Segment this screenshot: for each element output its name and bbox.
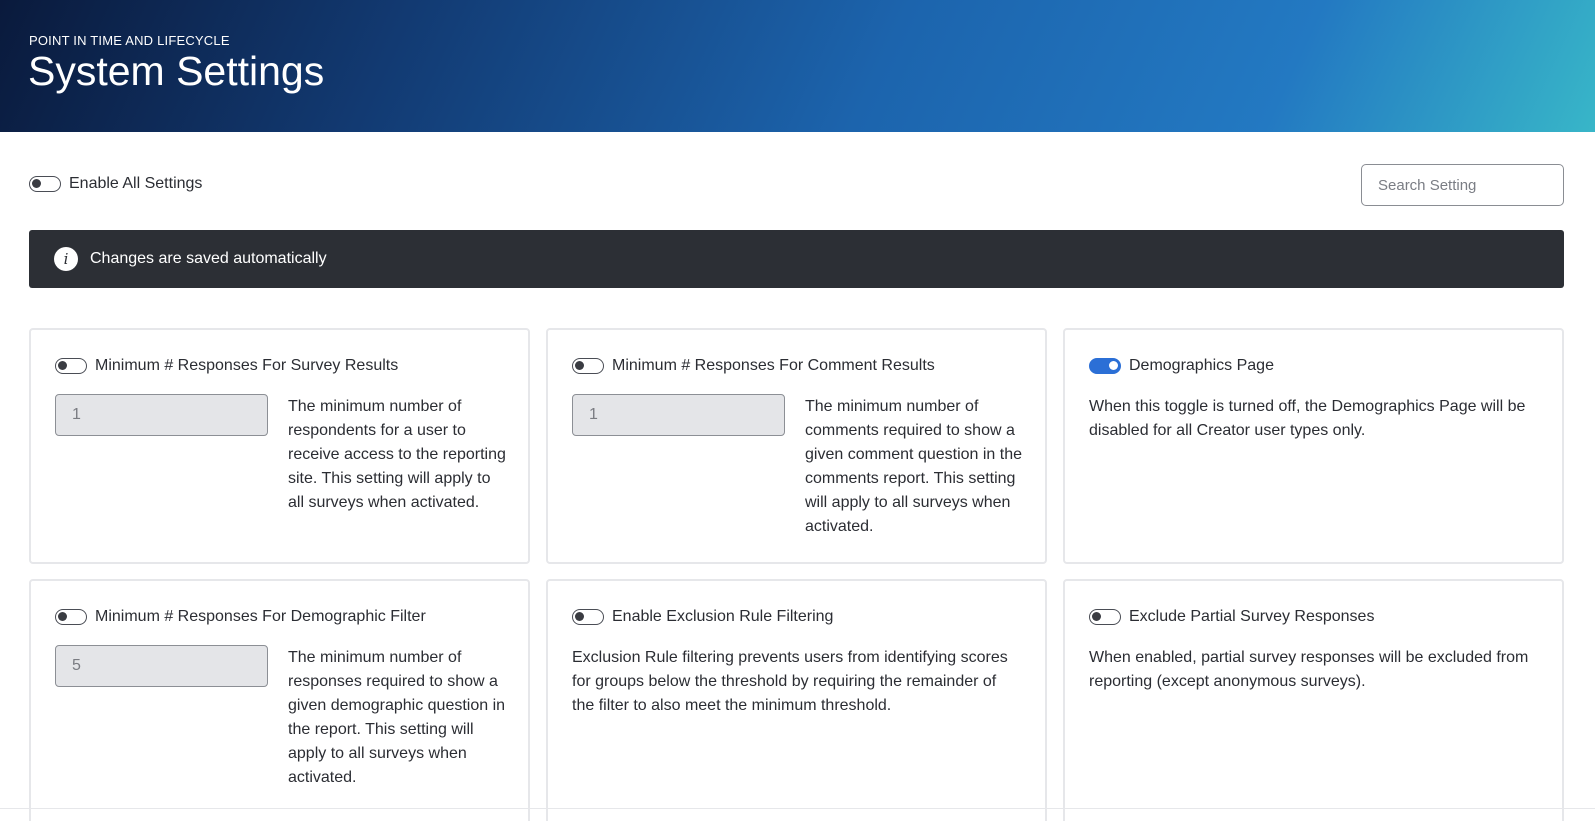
setting-description: Exclusion Rule filtering prevents users … — [572, 649, 1008, 714]
setting-toggle[interactable] — [55, 358, 87, 374]
page-subtitle: POINT IN TIME AND LIFECYCLE — [29, 33, 230, 48]
threshold-input[interactable] — [572, 394, 785, 436]
bottom-divider — [0, 808, 1595, 809]
toggle-knob — [32, 179, 41, 188]
setting-toggle[interactable] — [572, 609, 604, 625]
toggle-knob — [1092, 612, 1101, 621]
setting-card-demographic-filter: Minimum # Responses For Demographic Filt… — [29, 579, 530, 821]
setting-description: When enabled, partial survey responses w… — [1089, 649, 1529, 690]
page-header: POINT IN TIME AND LIFECYCLE System Setti… — [0, 0, 1595, 132]
setting-description: The minimum number of respondents for a … — [288, 398, 506, 511]
setting-card-exclusion-rule: Enable Exclusion Rule Filtering Exclusio… — [546, 579, 1047, 821]
toggle-knob — [1109, 361, 1118, 370]
enable-all-toggle[interactable] — [29, 176, 61, 192]
setting-description: When this toggle is turned off, the Demo… — [1089, 398, 1526, 439]
setting-title: Enable Exclusion Rule Filtering — [612, 608, 834, 625]
setting-title: Minimum # Responses For Survey Results — [95, 357, 399, 374]
setting-description: The minimum number of responses required… — [288, 649, 506, 786]
autosave-banner: i Changes are saved automatically — [29, 230, 1564, 288]
setting-card-partial-responses: Exclude Partial Survey Responses When en… — [1063, 579, 1564, 821]
setting-card-survey-results: Minimum # Responses For Survey Results T… — [29, 328, 530, 564]
setting-toggle[interactable] — [572, 358, 604, 374]
setting-title: Minimum # Responses For Demographic Filt… — [95, 608, 426, 625]
toggle-knob — [575, 612, 584, 621]
setting-title: Minimum # Responses For Comment Results — [612, 357, 935, 374]
toggle-knob — [58, 612, 67, 621]
setting-toggle[interactable] — [1089, 609, 1121, 625]
toggle-knob — [58, 361, 67, 370]
setting-description: The minimum number of comments required … — [805, 398, 1023, 535]
page-title: System Settings — [28, 48, 325, 94]
setting-card-demographics-page: Demographics Page When this toggle is tu… — [1063, 328, 1564, 564]
setting-toggle[interactable] — [1089, 358, 1121, 374]
banner-text: Changes are saved automatically — [90, 250, 327, 267]
info-icon: i — [54, 247, 78, 271]
setting-title: Exclude Partial Survey Responses — [1129, 608, 1375, 625]
setting-title: Demographics Page — [1129, 357, 1274, 374]
threshold-input[interactable] — [55, 394, 268, 436]
threshold-input[interactable] — [55, 645, 268, 687]
search-input[interactable] — [1361, 164, 1564, 206]
setting-card-comment-results: Minimum # Responses For Comment Results … — [546, 328, 1047, 564]
toggle-knob — [575, 361, 584, 370]
setting-toggle[interactable] — [55, 609, 87, 625]
enable-all-label: Enable All Settings — [69, 175, 203, 192]
